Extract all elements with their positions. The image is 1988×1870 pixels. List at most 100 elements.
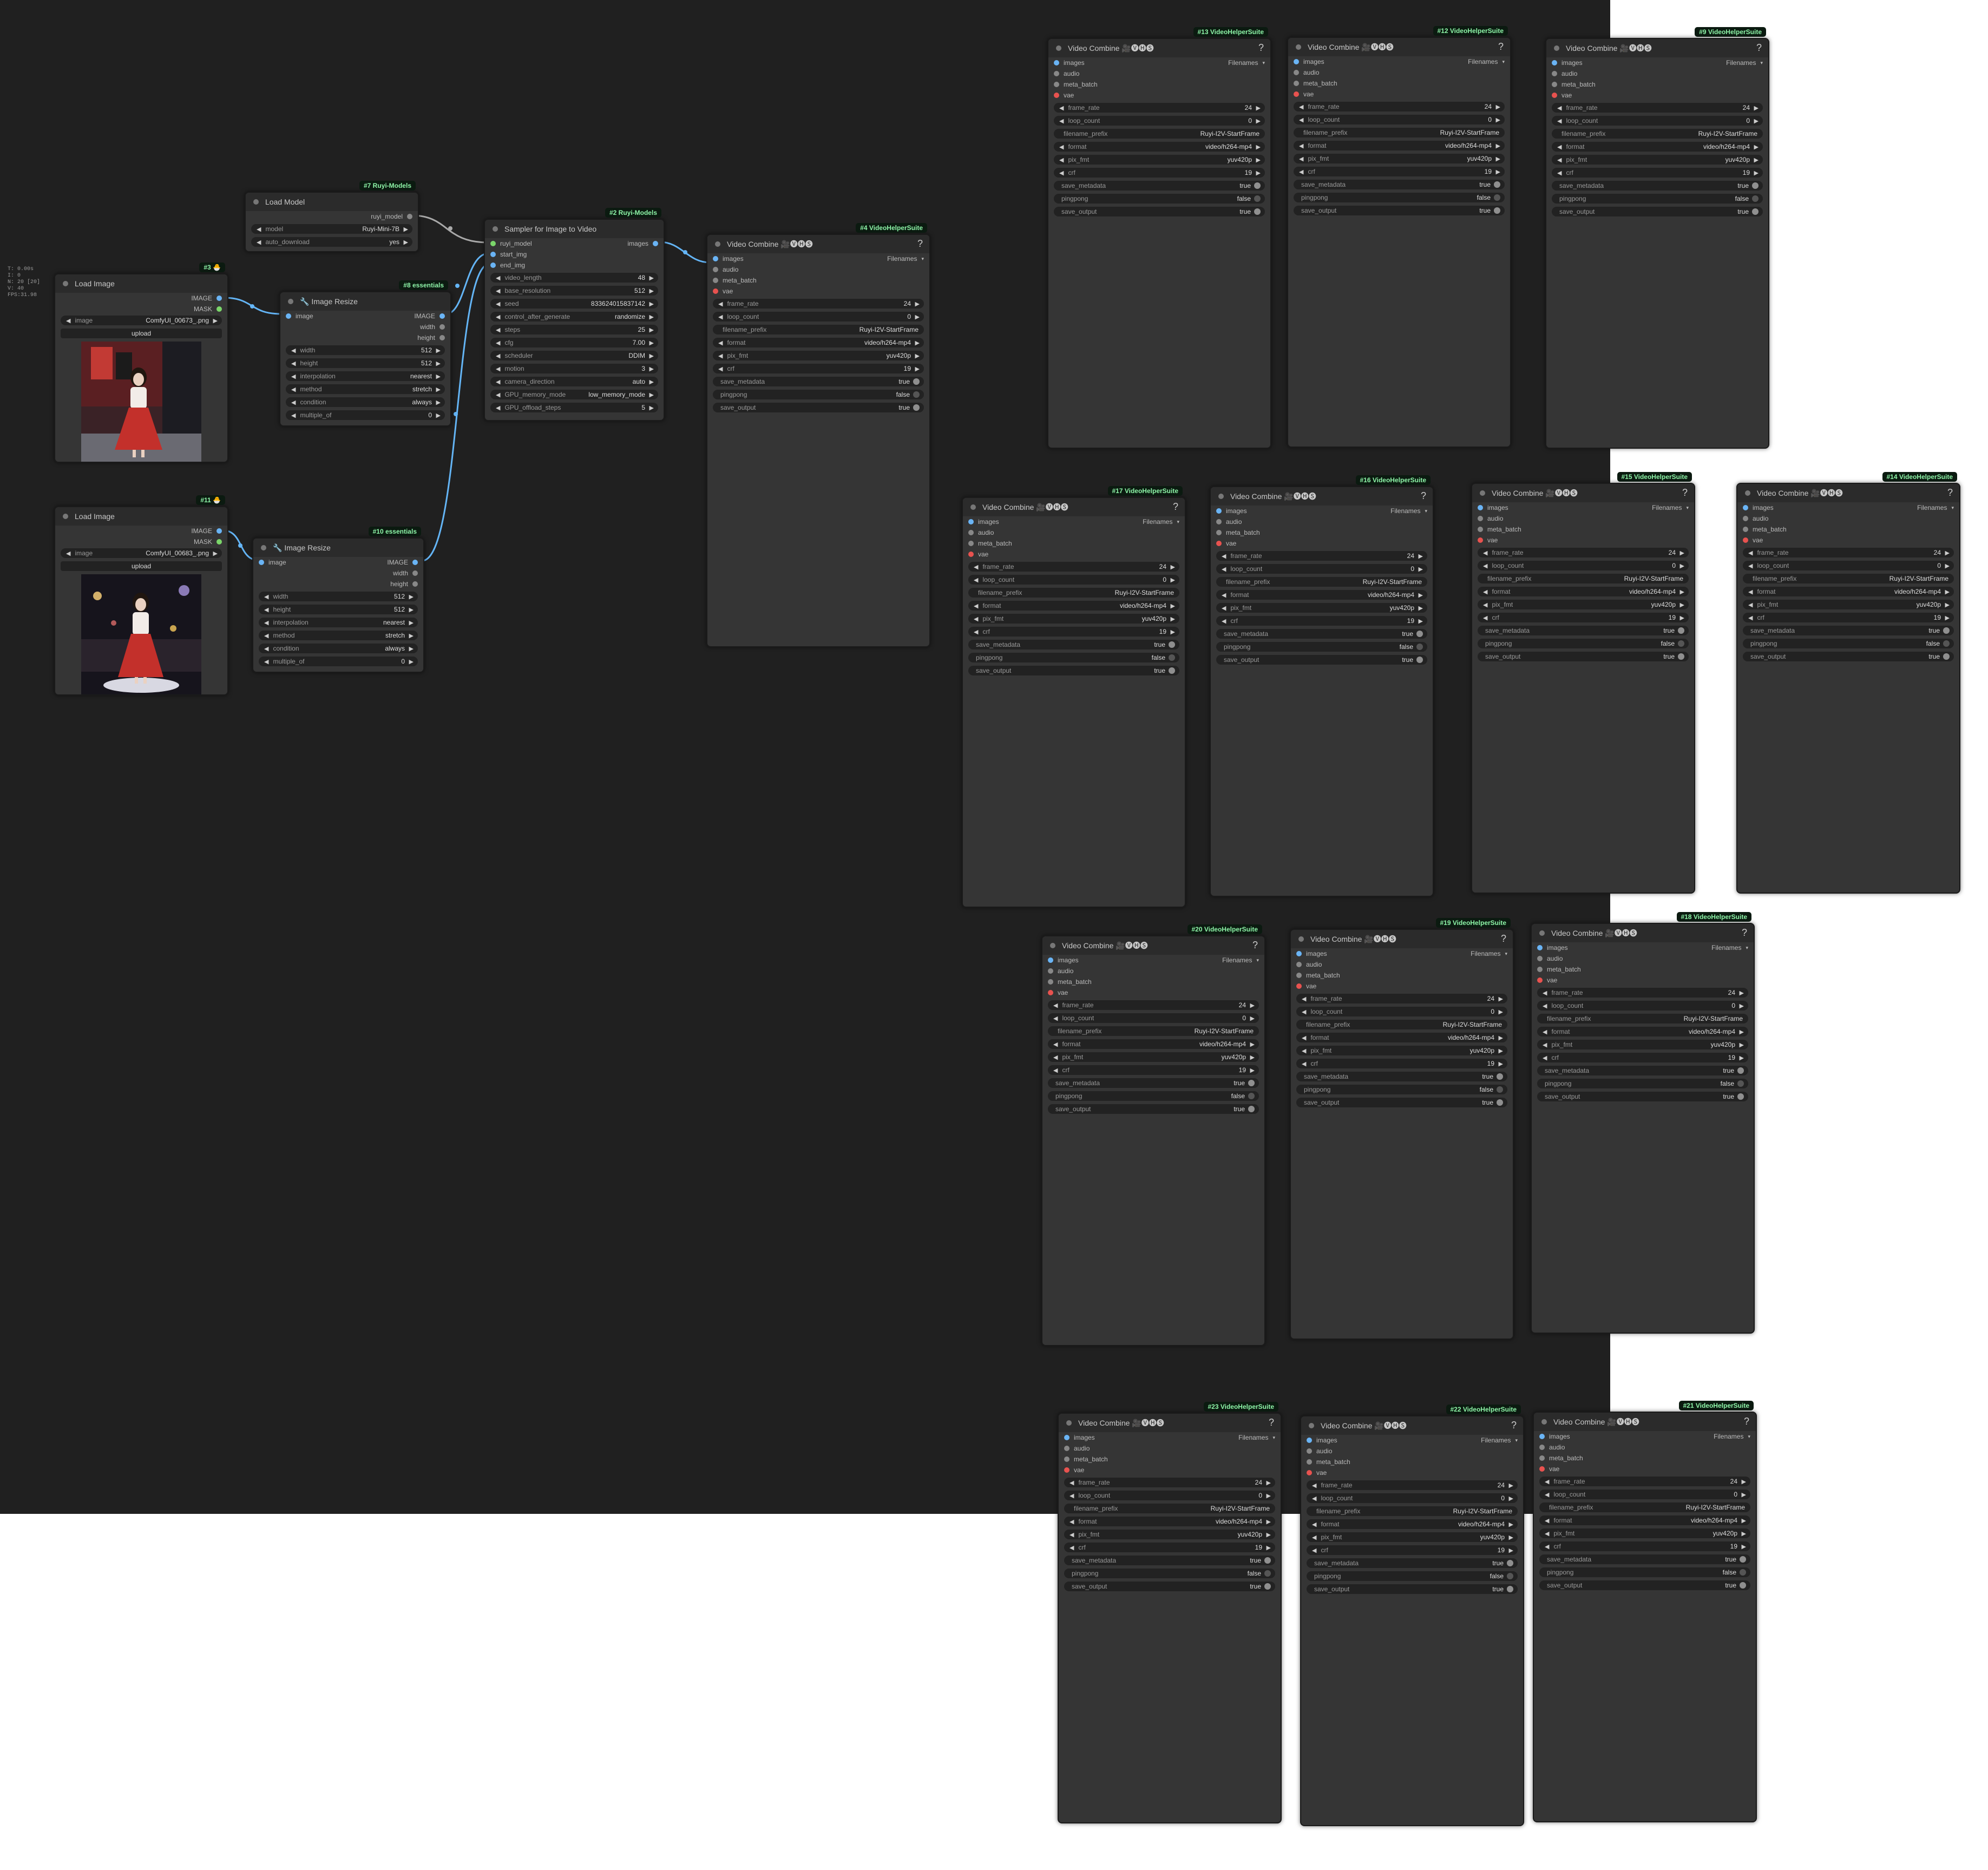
widget-frame-rate[interactable]: ◀ frame_rate 24 ▶ (1216, 551, 1427, 561)
arrow-right-icon[interactable]: ▶ (1419, 605, 1423, 612)
toggle-pingpong[interactable]: pingpong false (1294, 193, 1505, 202)
arrow-right-icon[interactable]: ▶ (404, 239, 408, 246)
arrow-left-icon[interactable]: ◀ (1299, 103, 1303, 110)
widget-control-after-generate[interactable]: ◀ control_after_generate randomize ▶ (490, 312, 658, 321)
input-slot[interactable] (1216, 530, 1222, 535)
arrow-right-icon[interactable]: ▶ (1499, 1034, 1503, 1041)
arrow-left-icon[interactable]: ◀ (1748, 614, 1753, 621)
widget-filename-prefix[interactable]: filename_prefix Ruyi-I2V-StartFrame (1539, 1502, 1750, 1512)
widget-crf[interactable]: ◀ crf 19 ▶ (1064, 1543, 1275, 1552)
node-header[interactable]: Video Combine 🎥🅥🅗🅢? (1472, 484, 1694, 502)
toggle-save-metadata[interactable]: save_metadata true (1743, 626, 1954, 635)
arrow-left-icon[interactable]: ◀ (974, 563, 978, 570)
arrow-right-icon[interactable]: ▶ (436, 399, 441, 406)
node-header[interactable]: Video Combine 🎥🅥🅗🅢? (1534, 1413, 1756, 1431)
widget-steps[interactable]: ◀ steps 25 ▶ (490, 325, 658, 334)
collapse-dot-icon[interactable] (970, 504, 976, 510)
arrow-right-icon[interactable]: ▶ (1419, 592, 1423, 599)
input-slot[interactable] (1048, 968, 1053, 974)
widget-loop-count[interactable]: ◀ loop_count 0 ▶ (1064, 1491, 1275, 1500)
arrow-right-icon[interactable]: ▶ (1742, 1543, 1746, 1550)
output-slot[interactable] (439, 313, 445, 319)
widget-format[interactable]: ◀ format video/h264-mp4 ▶ (1064, 1517, 1275, 1526)
widget-pix-fmt[interactable]: ◀ pix_fmt yuv420p ▶ (968, 614, 1179, 624)
output-slot[interactable] (653, 241, 658, 246)
arrow-left-icon[interactable]: ◀ (1748, 588, 1753, 595)
widget-filename-prefix[interactable]: filename_prefix Ruyi-I2V-StartFrame (1048, 1026, 1259, 1036)
input-slot[interactable] (1537, 977, 1543, 983)
widget-width[interactable]: ◀ width 512 ▶ (259, 592, 418, 601)
collapse-dot-icon[interactable] (1541, 1419, 1547, 1425)
arrow-left-icon[interactable]: ◀ (718, 300, 723, 307)
image-resize-node[interactable]: #8 essentials 🔧 Image Resize image IMAGE … (279, 280, 451, 427)
arrow-right-icon[interactable]: ▶ (1256, 156, 1261, 163)
arrow-right-icon[interactable]: ▶ (915, 313, 920, 320)
arrow-right-icon[interactable]: ▶ (409, 606, 414, 613)
help-icon[interactable]: ? (1498, 41, 1504, 53)
arrow-right-icon[interactable]: ▶ (436, 360, 441, 367)
arrow-left-icon[interactable]: ◀ (718, 313, 723, 320)
input-slot[interactable] (1294, 81, 1299, 86)
widget-interpolation[interactable]: ◀ interpolation nearest ▶ (259, 618, 418, 627)
widget-pix-fmt[interactable]: ◀ pix_fmt yuv420p ▶ (1743, 600, 1954, 609)
arrow-left-icon[interactable]: ◀ (1483, 588, 1487, 595)
arrow-right-icon[interactable]: ▶ (1754, 156, 1759, 163)
dropdown-arrow-icon[interactable]: ▾ (1748, 1434, 1750, 1440)
node-header[interactable]: Load Model (246, 193, 418, 211)
arrow-left-icon[interactable]: ◀ (974, 576, 978, 583)
arrow-right-icon[interactable]: ▶ (1509, 1482, 1513, 1489)
arrow-right-icon[interactable]: ▶ (1419, 618, 1423, 625)
toggle-knob-icon[interactable] (1169, 654, 1175, 661)
widget-crf[interactable]: ◀ crf 19 ▶ (713, 364, 924, 373)
arrow-left-icon[interactable]: ◀ (1053, 1067, 1058, 1074)
toggle-knob-icon[interactable] (1678, 640, 1684, 647)
input-slot[interactable] (1478, 505, 1483, 510)
widget-crf[interactable]: ◀ crf 19 ▶ (1294, 167, 1505, 176)
load-image-node[interactable]: #3 🐣 Load Image IMAGE MASK ◀ image ComfyUI… (54, 263, 228, 463)
arrow-left-icon[interactable]: ◀ (1557, 104, 1561, 111)
widget-filename-prefix[interactable]: filename_prefix Ruyi-I2V-StartFrame (1294, 128, 1505, 137)
arrow-right-icon[interactable]: ▶ (1256, 117, 1261, 124)
image-combo[interactable]: ◀ image ComfyUI_00683_.png ▶ (61, 548, 222, 558)
toggle-knob-icon[interactable] (1752, 195, 1759, 202)
widget-pix-fmt[interactable]: ◀ pix_fmt yuv420p ▶ (1048, 1052, 1259, 1062)
node-header[interactable]: Load Image (55, 507, 227, 526)
collapse-dot-icon[interactable] (1745, 490, 1750, 496)
widget-cfg[interactable]: ◀ cfg 7.00 ▶ (490, 338, 658, 347)
input-slot[interactable] (713, 256, 718, 261)
widget-loop-count[interactable]: ◀ loop_count 0 ▶ (713, 312, 924, 321)
input-slot[interactable] (1064, 1456, 1070, 1462)
collapse-dot-icon[interactable] (1056, 45, 1061, 51)
arrow-left-icon[interactable]: ◀ (1053, 1015, 1058, 1022)
widget-pix-fmt[interactable]: ◀ pix_fmt yuv420p ▶ (1296, 1046, 1507, 1055)
toggle-pingpong[interactable]: pingpong false (1539, 1567, 1750, 1577)
arrow-left-icon[interactable]: ◀ (1312, 1534, 1316, 1541)
input-slot[interactable] (1294, 91, 1299, 97)
toggle-pingpong[interactable]: pingpong false (968, 653, 1179, 662)
widget-frame-rate[interactable]: ◀ frame_rate 24 ▶ (1307, 1480, 1518, 1490)
input-slot[interactable] (968, 530, 974, 535)
widget-pix-fmt[interactable]: ◀ pix_fmt yuv420p ▶ (1537, 1040, 1748, 1049)
arrow-right-icon[interactable]: ▶ (1740, 1002, 1744, 1009)
input-slot[interactable] (1743, 527, 1748, 532)
arrow-left-icon[interactable]: ◀ (1543, 989, 1547, 996)
toggle-knob-icon[interactable] (1254, 208, 1261, 215)
arrow-right-icon[interactable]: ▶ (1740, 1054, 1744, 1061)
toggle-knob-icon[interactable] (1169, 641, 1175, 648)
toggle-save-output[interactable]: save_output true (1537, 1092, 1748, 1101)
arrow-right-icon[interactable]: ▶ (1267, 1479, 1271, 1486)
toggle-knob-icon[interactable] (1494, 181, 1500, 188)
input-slot[interactable] (1054, 60, 1059, 65)
help-icon[interactable]: ? (1744, 1416, 1749, 1427)
toggle-save-output[interactable]: save_output true (1552, 207, 1763, 216)
input-slot[interactable] (1064, 1467, 1070, 1473)
widget-frame-rate[interactable]: ◀ frame_rate 24 ▶ (1537, 988, 1748, 998)
widget-crf[interactable]: ◀ crf 19 ▶ (1054, 168, 1265, 178)
arrow-right-icon[interactable]: ▶ (1680, 549, 1684, 556)
arrow-right-icon[interactable]: ▶ (1267, 1544, 1271, 1551)
toggle-knob-icon[interactable] (1497, 1086, 1503, 1093)
arrow-right-icon[interactable]: ▶ (1499, 1008, 1503, 1015)
arrow-right-icon[interactable]: ▶ (1250, 1067, 1255, 1074)
arrow-left-icon[interactable]: ◀ (718, 352, 723, 359)
widget-loop-count[interactable]: ◀ loop_count 0 ▶ (1478, 561, 1689, 570)
